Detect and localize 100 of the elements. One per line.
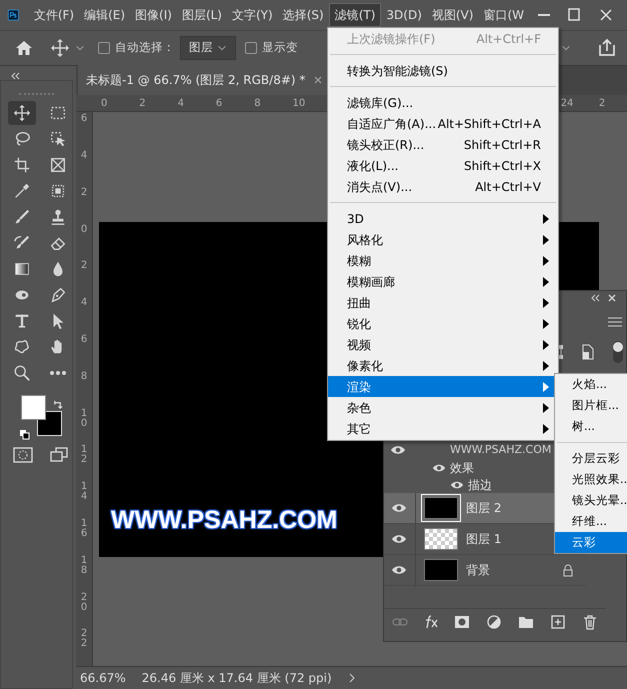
menu-item[interactable]: 其它: [328, 418, 558, 439]
ruler-label: 0: [101, 99, 108, 109]
submenu-arrow-icon: [542, 276, 550, 288]
menu-item[interactable]: 模糊画廊: [328, 271, 558, 292]
dotted-square-icon: [49, 182, 67, 200]
shortcut-label: Shift+Ctrl+R: [464, 136, 541, 154]
effect-name[interactable]: 描边: [468, 476, 492, 494]
checkbox[interactable]: [98, 42, 110, 54]
swap-icon[interactable]: [53, 400, 63, 410]
fx-icon[interactable]: [424, 614, 438, 630]
zoom-icon: [13, 364, 31, 382]
move-icon[interactable]: [50, 38, 70, 58]
chevron-icon[interactable]: [348, 673, 356, 684]
trash-icon[interactable]: [582, 614, 598, 630]
collapse-icon[interactable]: [10, 72, 20, 80]
menu-item[interactable]: 图片框...: [555, 395, 627, 416]
menu-item[interactable]: 液化(L)... Shift+Ctrl+X: [328, 155, 558, 176]
adjustment-icon[interactable]: [486, 614, 502, 630]
menu-item[interactable]: 树...: [555, 416, 627, 437]
toggle-icon[interactable]: [612, 340, 624, 364]
menu-item[interactable]: 火焰...: [555, 374, 627, 395]
close-icon[interactable]: [608, 294, 616, 302]
brush-icon: [13, 208, 31, 226]
menu-item[interactable]: 视频: [328, 334, 558, 355]
stamp-icon: [49, 208, 67, 226]
menu-item[interactable]: 滤镜(T): [328, 3, 382, 27]
shortcut-label: Shift+Ctrl+X: [464, 158, 541, 174]
menu-icon[interactable]: [608, 317, 622, 327]
menu-item[interactable]: 自适应广角(A)...Alt+Shift+Ctrl+A: [328, 113, 558, 134]
menu-item[interactable]: 窗口(W: [478, 4, 529, 26]
default-colors-icon[interactable]: [19, 429, 30, 440]
submenu-arrow-icon: [542, 422, 550, 434]
ruler-label: 2: [80, 188, 88, 198]
menu-item[interactable]: 3D(D): [381, 4, 427, 26]
menu-item[interactable]: 锐化: [328, 313, 558, 334]
shape-icon: [13, 338, 31, 356]
effects-label[interactable]: 效果: [450, 459, 474, 477]
ruler-label: 20: [80, 592, 88, 613]
submenu-arrow-icon: [542, 296, 550, 308]
checkbox[interactable]: [245, 42, 257, 54]
menu-item[interactable]: 光照效果..: [555, 469, 627, 490]
menu-item[interactable]: 分层云彩: [555, 448, 627, 469]
share-icon[interactable]: [597, 38, 617, 58]
ruler-label: 6: [216, 99, 222, 109]
menu-item[interactable]: 模糊: [328, 250, 558, 271]
selection-arrow-icon: [49, 130, 67, 148]
menu-item[interactable]: 扭曲: [328, 292, 558, 313]
menu-item[interactable]: 消失点(V)... Alt+Ctrl+V: [328, 176, 558, 197]
ruler-label: 4: [80, 151, 88, 161]
collapse-icon[interactable]: [590, 294, 600, 302]
lasso-icon: [13, 130, 31, 148]
menu-item[interactable]: 文字(Y): [227, 4, 278, 26]
ruler-label: 10: [292, 99, 306, 109]
layer-thumbnail: [424, 559, 458, 581]
ruler-label: 0: [80, 224, 88, 235]
menu-item[interactable]: 图像(I): [130, 4, 177, 26]
ruler-label: 14: [80, 482, 88, 502]
submenu-arrow-icon: [542, 338, 550, 350]
submenu-arrow-icon: [542, 212, 550, 224]
menu-item[interactable]: 像素化: [328, 355, 558, 376]
menu-item[interactable]: 选择(S): [278, 4, 329, 26]
document-size: 26.46 厘米 x 17.64 厘米 (72 ppi): [142, 670, 332, 688]
layer-name[interactable]: WWW.PSAHZ.COM: [450, 442, 552, 458]
menu-item[interactable]: 镜头校正(R)... Shift+Ctrl+R: [328, 134, 558, 155]
quick-mask-icon[interactable]: [13, 445, 33, 465]
menu-item[interactable]: 图层(L): [176, 4, 227, 26]
menu-item[interactable]: 3D: [328, 208, 558, 229]
shortcut-label: Alt+Ctrl+F: [476, 30, 541, 48]
menu-item[interactable]: 视图(V): [426, 4, 478, 26]
submenu-arrow-icon: [542, 402, 550, 414]
more-icon: [49, 370, 67, 376]
menu-item[interactable]: 云彩: [555, 532, 627, 553]
menu-item[interactable]: 编辑(E): [79, 4, 130, 26]
ruler-label: 18: [80, 556, 88, 576]
gradient-icon: [13, 260, 31, 278]
ruler-label: 6: [80, 114, 88, 124]
layer-row[interactable]: 背景: [384, 555, 586, 586]
mask-icon[interactable]: [454, 614, 470, 630]
ruler-label: 6: [80, 334, 88, 345]
document-icon[interactable]: [580, 344, 596, 360]
type-tool-icon: [13, 312, 31, 330]
move-icon: [13, 104, 31, 122]
home-icon[interactable]: [14, 38, 34, 58]
color-swatches-drawing[interactable]: [21, 395, 62, 436]
ruler-label: 22: [80, 629, 88, 650]
new-layer-icon[interactable]: [550, 614, 566, 630]
ruler-label: 24: [560, 99, 574, 109]
menu-item[interactable]: 杂色: [328, 397, 558, 418]
submenu-arrow-icon: [542, 234, 550, 246]
layer-name: 图层 2: [466, 500, 502, 517]
move-tool[interactable]: [8, 101, 36, 125]
close-icon[interactable]: [313, 75, 324, 85]
zoom-level: 66.67%: [80, 670, 126, 688]
ruler-label: 8: [254, 99, 261, 109]
menu-item[interactable]: 滤镜库(G)...: [328, 92, 558, 113]
menu-item[interactable]: 文件(F): [28, 4, 80, 26]
layer-dropdown[interactable]: 图层: [180, 36, 236, 60]
submenu-arrow-icon: [542, 318, 550, 330]
menu-item[interactable]: 风格化: [328, 229, 558, 250]
submenu-arrow-icon: [542, 360, 550, 372]
